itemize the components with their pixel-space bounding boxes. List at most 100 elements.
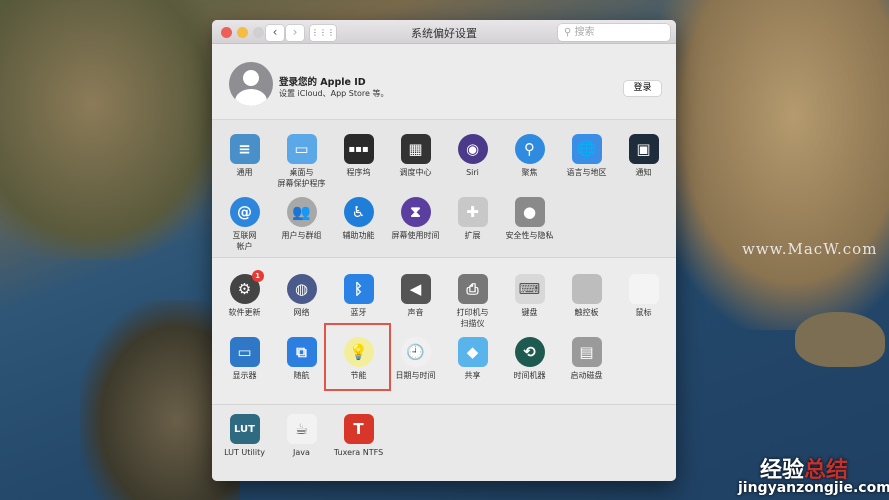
pref-pane-label: 键盘: [521, 308, 538, 317]
pref-pane-tuxera-ntfs[interactable]: T Tuxera NTFS: [330, 414, 387, 477]
pref-pane-sharing[interactable]: ◆ 共享: [444, 337, 501, 400]
preferences-section-hardware: ⚙ 1 软件更新 ◍ 网络 ᛒ 蓝牙 ◀ 声音 ⎙ 打印机与 扫描仪 ⌨ 键盘 触控板 鼠标 ▭ 显示器 ⧉ 随航 💡…: [212, 258, 676, 405]
pref-pane-mouse[interactable]: 鼠标: [615, 274, 672, 337]
pref-pane-label: Siri: [466, 168, 479, 177]
pref-pane-label: 日期与时间: [395, 371, 436, 380]
pref-pane-screen-time[interactable]: ⧗ 屏幕使用时间: [387, 197, 444, 260]
screen-time-icon: ⧗: [400, 197, 431, 227]
pref-pane-network[interactable]: ◍ 网络: [273, 274, 330, 337]
pref-pane-accessibility[interactable]: ♿ 辅助功能: [330, 197, 387, 260]
dock-icon: ▪▪▪: [343, 134, 374, 164]
pref-pane-label: 语言与地区: [566, 168, 607, 177]
pref-pane-printer[interactable]: ⎙ 打印机与 扫描仪: [444, 274, 501, 337]
tuxera-ntfs-icon: T: [343, 414, 374, 444]
pref-pane-date-time[interactable]: 🕘 日期与时间: [387, 337, 444, 400]
pref-pane-label: 随航: [293, 371, 310, 380]
software-update-icon: ⚙ 1: [229, 270, 264, 304]
login-button[interactable]: 登录: [624, 81, 661, 96]
pref-pane-desktop[interactable]: ▭ 桌面与 屏幕保护程序: [273, 134, 330, 197]
mission-control-icon: ▦: [400, 134, 431, 164]
energy-saver-icon: 💡: [343, 337, 374, 367]
search-input[interactable]: ⚲ 搜索: [558, 24, 670, 41]
system-preferences-window: ‹ › ⋮⋮⋮ 系统偏好设置 ⚲ 搜索 登录您的 Apple ID 设置 iCl…: [212, 20, 676, 481]
apple-id-title: 登录您的 Apple ID: [279, 77, 366, 88]
date-time-icon: 🕘: [400, 337, 431, 367]
keyboard-icon: ⌨: [514, 274, 545, 304]
pref-pane-trackpad[interactable]: 触控板: [558, 274, 615, 337]
preferences-row: LUT LUT Utility ☕ Java T Tuxera NTFS: [212, 414, 676, 477]
preferences-section-other: LUT LUT Utility ☕ Java T Tuxera NTFS: [212, 405, 676, 481]
pref-pane-sound[interactable]: ◀ 声音: [387, 274, 444, 337]
pref-pane-label: LUT Utility: [224, 448, 265, 457]
pref-pane-extensions[interactable]: ✚ 扩展: [444, 197, 501, 260]
preferences-row: ≡ 通用 ▭ 桌面与 屏幕保护程序 ▪▪▪ 程序坞 ▦ 调度中心 ◉ Siri ⚲ 聚焦 🌐 语言与地区 ▣…: [212, 134, 676, 197]
language-icon: 🌐: [571, 134, 602, 164]
internet-accounts-icon: @: [229, 197, 260, 227]
pref-pane-label: 程序坞: [346, 168, 371, 177]
pref-pane-label: 聚焦: [521, 168, 538, 177]
time-machine-icon: ⟲: [514, 337, 545, 367]
pref-pane-label: 鼠标: [635, 308, 652, 317]
sound-icon: ◀: [400, 274, 431, 304]
users-groups-icon: 👥: [286, 197, 317, 227]
pref-pane-software-update[interactable]: ⚙ 1 软件更新: [216, 270, 273, 337]
update-count-badge: 1: [251, 270, 264, 282]
trackpad-icon: [571, 274, 602, 304]
wallpaper-rock: [795, 312, 885, 367]
pref-pane-label: Tuxera NTFS: [333, 448, 384, 457]
pref-pane-language[interactable]: 🌐 语言与地区: [558, 134, 615, 197]
pref-pane-label: 通用: [236, 168, 253, 177]
preferences-row: @ 互联网 帐户 👥 用户与群组 ♿ 辅助功能 ⧗ 屏幕使用时间 ✚ 扩展 ● 安全性与隐私: [212, 197, 676, 260]
accessibility-icon: ♿: [343, 197, 374, 227]
pref-pane-general[interactable]: ≡ 通用: [216, 134, 273, 197]
desktop-icon: ▭: [286, 134, 317, 164]
pref-pane-sidecar[interactable]: ⧉ 随航: [273, 337, 330, 400]
pref-pane-spotlight[interactable]: ⚲ 聚焦: [501, 134, 558, 197]
pref-pane-label: 蓝牙: [350, 308, 367, 317]
pref-pane-label: 互联网 帐户: [232, 231, 257, 251]
general-icon: ≡: [229, 134, 260, 164]
pref-pane-label: 触控板: [574, 308, 599, 317]
pref-pane-label: 辅助功能: [342, 231, 375, 240]
pref-pane-label: 扩展: [464, 231, 481, 240]
apple-id-subtitle: 设置 iCloud、App Store 等。: [279, 89, 389, 98]
pref-pane-notifications[interactable]: ▣ 通知: [615, 134, 672, 197]
pref-pane-internet-accounts[interactable]: @ 互联网 帐户: [216, 197, 273, 260]
title-bar: ‹ › ⋮⋮⋮ 系统偏好设置 ⚲ 搜索: [212, 20, 676, 44]
pref-pane-lut-utility[interactable]: LUT LUT Utility: [216, 414, 273, 477]
search-icon: ⚲: [564, 27, 575, 38]
mouse-icon: [628, 274, 659, 304]
watermark-macw: www.MacW.com: [742, 240, 878, 258]
pref-pane-label: 屏幕使用时间: [391, 231, 440, 240]
pref-pane-label: 节能: [350, 371, 367, 380]
pref-pane-label: 声音: [407, 308, 424, 317]
wallpaper-cliff: [0, 0, 230, 260]
sharing-icon: ◆: [457, 337, 488, 367]
pref-pane-label: 打印机与 扫描仪: [456, 308, 489, 328]
pref-pane-label: 时间机器: [513, 371, 546, 380]
pref-pane-label: Java: [293, 448, 310, 457]
pref-pane-security[interactable]: ● 安全性与隐私: [501, 197, 558, 260]
pref-pane-label: 用户与群组: [281, 231, 322, 240]
pref-pane-displays[interactable]: ▭ 显示器: [216, 337, 273, 400]
sidecar-icon: ⧉: [286, 337, 317, 367]
pref-pane-dock[interactable]: ▪▪▪ 程序坞: [330, 134, 387, 197]
pref-pane-siri[interactable]: ◉ Siri: [444, 134, 501, 197]
siri-icon: ◉: [457, 134, 488, 164]
notifications-icon: ▣: [628, 134, 659, 164]
pref-pane-label: 桌面与 屏幕保护程序: [277, 168, 326, 188]
avatar: [229, 62, 273, 106]
pref-pane-mission-control[interactable]: ▦ 调度中心: [387, 134, 444, 197]
lut-utility-icon: LUT: [229, 414, 260, 444]
pref-pane-keyboard[interactable]: ⌨ 键盘: [501, 274, 558, 337]
pref-pane-users-groups[interactable]: 👥 用户与群组: [273, 197, 330, 260]
pref-pane-startup-disk[interactable]: ▤ 启动磁盘: [558, 337, 615, 400]
pref-pane-label: 通知: [635, 168, 652, 177]
pref-pane-energy-saver[interactable]: 💡 节能: [330, 337, 387, 400]
pref-pane-java[interactable]: ☕ Java: [273, 414, 330, 477]
printer-icon: ⎙: [457, 274, 488, 304]
wallpaper-cliff: [650, 0, 889, 330]
pref-pane-label: 软件更新: [228, 308, 261, 317]
search-placeholder: 搜索: [574, 27, 595, 38]
pref-pane-time-machine[interactable]: ⟲ 时间机器: [501, 337, 558, 400]
